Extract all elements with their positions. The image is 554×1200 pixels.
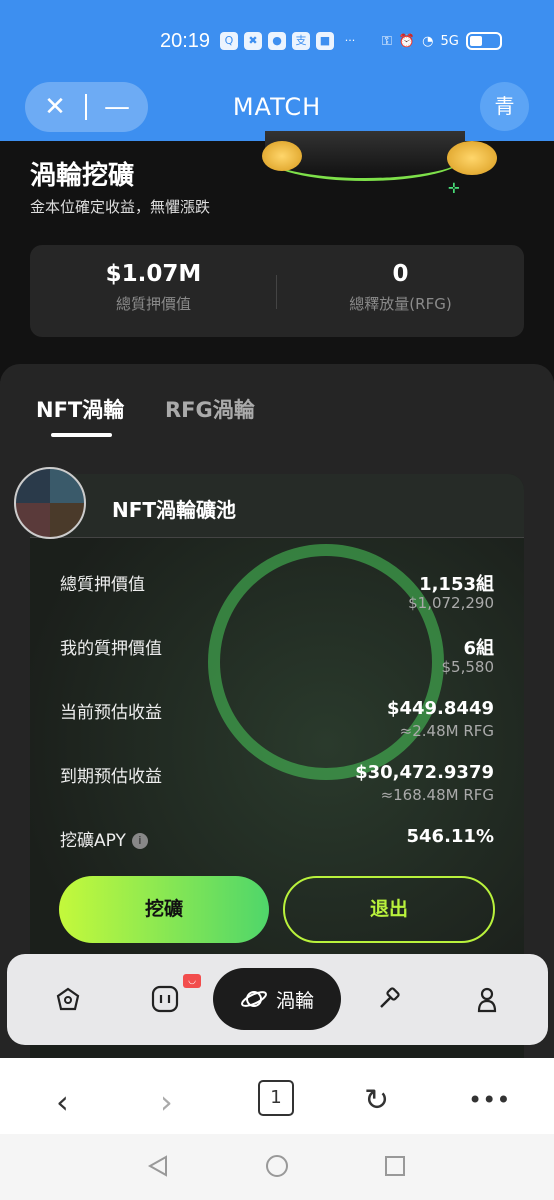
row-subvalue: ≈168.48M RFG xyxy=(380,786,494,804)
sparkle-icon: ✛ xyxy=(448,181,460,197)
row-label: 到期预估收益 xyxy=(60,767,162,787)
back-icon[interactable]: ‹ xyxy=(56,1083,69,1121)
system-recents-icon[interactable] xyxy=(383,1154,407,1178)
notification-icons: Q ✖ ● 支 ■ ··· xyxy=(220,32,360,50)
system-nav-bar xyxy=(0,1134,554,1200)
tab-nft-turbo[interactable]: NFT渦輪 xyxy=(36,394,124,424)
status-time: 20:19 xyxy=(160,30,211,52)
row-label: 總質押價值 xyxy=(60,575,145,595)
news-icon: ■ xyxy=(316,32,334,50)
system-home-icon[interactable] xyxy=(265,1154,289,1178)
nav-turbo-label: 渦輪 xyxy=(275,989,314,1012)
hero-title: 渦輪挖礦 xyxy=(30,161,135,191)
nav-tools[interactable] xyxy=(364,974,414,1024)
system-icons: ⚿ ⏰ ◔ 5G xyxy=(382,32,502,50)
active-tab-indicator xyxy=(51,433,112,437)
tab-count-button[interactable]: 1 xyxy=(258,1080,294,1116)
battery-icon xyxy=(465,32,502,50)
planet-icon xyxy=(241,991,267,1007)
more-icon[interactable]: ••• xyxy=(468,1086,510,1114)
ring-decoration xyxy=(208,544,444,780)
exit-button[interactable]: 退出 xyxy=(283,876,495,943)
chart-icon xyxy=(151,985,179,1013)
hero-section: ✛ 渦輪挖礦 金本位確定收益，無懼漲跌 $1.07M 總質押價值 0 總釋放量(… xyxy=(0,131,554,381)
signal-icon: 5G xyxy=(440,33,459,49)
row-label: 挖礦APY i xyxy=(60,826,148,851)
app-icon: ✖ xyxy=(244,32,262,50)
row-subvalue: $5,580 xyxy=(441,658,495,676)
refresh-icon[interactable]: ↻ xyxy=(364,1083,389,1118)
info-icon[interactable]: i xyxy=(131,833,148,849)
alarm-icon: ⏰ xyxy=(398,33,416,49)
hero-subtitle: 金本位確定收益，無懼漲跌 xyxy=(30,198,211,216)
row-label: 当前预估收益 xyxy=(60,703,162,723)
row-label: 我的質押價值 xyxy=(60,639,162,659)
page-title: MATCH xyxy=(232,93,322,121)
coin-icon xyxy=(262,141,302,171)
row-value: $449.8449 xyxy=(386,698,494,719)
user-avatar[interactable]: 青 xyxy=(480,82,529,131)
nav-turbo[interactable]: 渦輪 xyxy=(213,968,341,1030)
notification-badge: ◡ xyxy=(183,974,201,988)
forward-icon[interactable]: › xyxy=(160,1083,173,1121)
nav-profile[interactable] xyxy=(462,974,512,1024)
hammer-icon xyxy=(380,987,400,1008)
stat-label: 總質押價值 xyxy=(115,295,191,313)
row-subvalue: $1,072,290 xyxy=(408,594,494,612)
row-subvalue: ≈2.48M RFG xyxy=(399,722,494,740)
chat-icon: ● xyxy=(268,32,286,50)
pool-nft-avatar xyxy=(14,467,86,539)
wifi-icon: ◔ xyxy=(422,33,434,49)
key-icon: ⚿ xyxy=(382,33,392,49)
system-back-icon[interactable] xyxy=(146,1154,170,1178)
stat-total-released: 0 總釋放量(RFG) xyxy=(277,261,524,314)
stats-card: $1.07M 總質押價值 0 總釋放量(RFG) xyxy=(30,245,524,337)
stat-value: $1.07M xyxy=(105,261,202,287)
more-notifications-icon: ··· xyxy=(344,34,356,47)
pool-title: NFT渦輪礦池 xyxy=(112,498,237,522)
stat-label: 總釋放量(RFG) xyxy=(349,295,452,313)
bottom-nav: ◡ 渦輪 xyxy=(7,954,548,1045)
stat-value: 0 xyxy=(392,261,409,287)
coin-icon xyxy=(447,141,497,175)
row-value: $30,472.9379 xyxy=(355,762,494,783)
row-value: 1,153組 xyxy=(419,574,494,595)
row-value: 546.11% xyxy=(406,826,495,847)
qq-icon: Q xyxy=(220,32,238,50)
home-icon xyxy=(56,987,80,1011)
status-bar: 20:19 Q ✖ ● 支 ■ ··· ⚿ ⏰ ◔ 5G xyxy=(0,30,554,54)
stat-total-staked: $1.07M 總質押價值 xyxy=(30,261,277,314)
row-value: 6組 xyxy=(463,638,494,659)
mine-button[interactable]: 挖礦 xyxy=(59,876,269,943)
user-icon xyxy=(477,987,497,1013)
alipay-icon: 支 xyxy=(292,32,310,50)
apy-label-text: 挖礦APY xyxy=(60,831,126,851)
tab-rfg-turbo[interactable]: RFG渦輪 xyxy=(165,394,255,424)
nav-home[interactable] xyxy=(43,974,93,1024)
pool-header: NFT渦輪礦池 xyxy=(30,474,524,538)
